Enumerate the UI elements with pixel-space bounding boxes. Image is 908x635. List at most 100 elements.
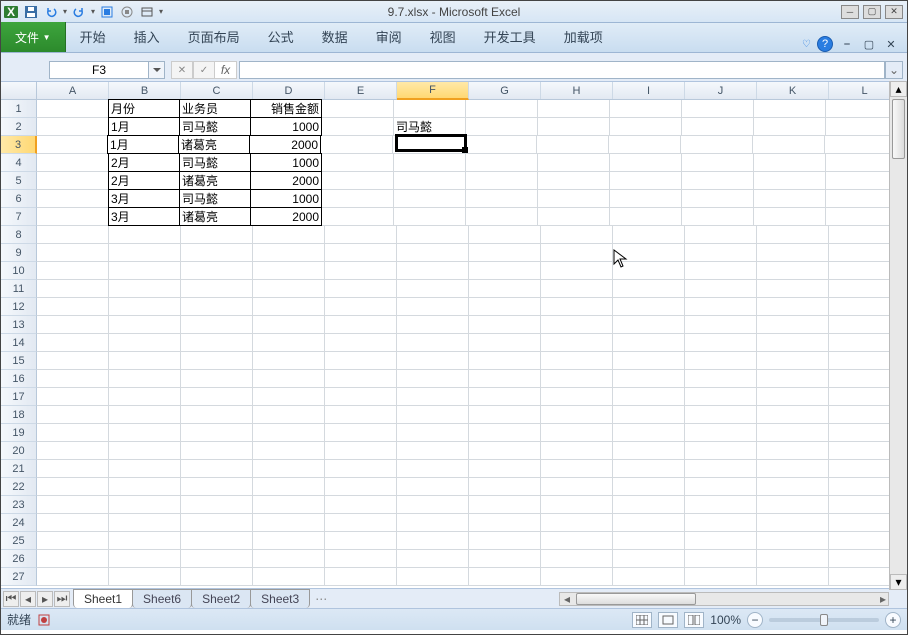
cell[interactable] bbox=[109, 478, 181, 496]
ribbon-tab[interactable]: 数据 bbox=[308, 21, 362, 52]
cell[interactable] bbox=[397, 442, 469, 460]
file-tab[interactable]: 文件 ▼ bbox=[1, 22, 66, 52]
cell[interactable] bbox=[109, 280, 181, 298]
cell[interactable] bbox=[754, 100, 826, 118]
sheet-tab[interactable]: Sheet6 bbox=[132, 589, 192, 608]
sheet-tab[interactable]: Sheet1 bbox=[73, 589, 133, 608]
cell[interactable] bbox=[613, 460, 685, 478]
cell[interactable]: 2000 bbox=[250, 171, 322, 190]
zoom-out-button[interactable]: − bbox=[747, 612, 763, 628]
fx-icon[interactable]: fx bbox=[215, 61, 237, 79]
row-header[interactable]: 1 bbox=[1, 100, 37, 118]
cell[interactable] bbox=[325, 550, 397, 568]
cell[interactable] bbox=[469, 478, 541, 496]
cell[interactable] bbox=[109, 316, 181, 334]
record-macro-icon[interactable] bbox=[37, 613, 51, 627]
name-box-dropdown[interactable] bbox=[149, 61, 165, 79]
cell[interactable] bbox=[538, 190, 610, 208]
cell[interactable] bbox=[37, 388, 109, 406]
ribbon-tab[interactable]: 审阅 bbox=[362, 21, 416, 52]
cell[interactable] bbox=[757, 352, 829, 370]
row-header[interactable]: 26 bbox=[1, 550, 37, 568]
cell[interactable] bbox=[253, 316, 325, 334]
cell[interactable] bbox=[37, 532, 109, 550]
cell[interactable] bbox=[613, 334, 685, 352]
column-header[interactable]: G bbox=[469, 82, 541, 99]
cell[interactable] bbox=[109, 568, 181, 586]
cell[interactable] bbox=[181, 370, 253, 388]
cell[interactable] bbox=[757, 316, 829, 334]
cell[interactable] bbox=[541, 478, 613, 496]
cell[interactable] bbox=[322, 154, 394, 172]
cell[interactable] bbox=[757, 442, 829, 460]
cell[interactable] bbox=[469, 460, 541, 478]
cell[interactable]: 1000 bbox=[250, 189, 322, 208]
cell[interactable] bbox=[469, 244, 541, 262]
cell[interactable] bbox=[253, 352, 325, 370]
enter-formula-icon[interactable]: ✓ bbox=[193, 61, 215, 79]
cell[interactable] bbox=[757, 496, 829, 514]
zoom-in-button[interactable]: + bbox=[885, 612, 901, 628]
cell[interactable] bbox=[757, 424, 829, 442]
cell[interactable] bbox=[397, 460, 469, 478]
ribbon-close-button[interactable]: ✕ bbox=[883, 36, 899, 52]
cell[interactable] bbox=[397, 316, 469, 334]
cell[interactable] bbox=[466, 118, 538, 136]
ribbon-tab[interactable]: 视图 bbox=[416, 21, 470, 52]
cell[interactable] bbox=[397, 352, 469, 370]
cell[interactable] bbox=[826, 190, 898, 208]
sheet-nav-next-icon[interactable]: ▸ bbox=[37, 591, 53, 607]
cell[interactable] bbox=[181, 568, 253, 586]
cell[interactable] bbox=[325, 406, 397, 424]
cell[interactable] bbox=[397, 262, 469, 280]
cell[interactable] bbox=[754, 154, 826, 172]
formula-bar-expand-icon[interactable]: ⌄ bbox=[885, 61, 903, 79]
cell[interactable] bbox=[181, 262, 253, 280]
cell[interactable] bbox=[253, 226, 325, 244]
row-header[interactable]: 13 bbox=[1, 316, 37, 334]
sheet-nav-prev-icon[interactable]: ◂ bbox=[20, 591, 36, 607]
cell[interactable] bbox=[685, 424, 757, 442]
cell[interactable] bbox=[613, 406, 685, 424]
cell[interactable] bbox=[757, 226, 829, 244]
row-header[interactable]: 3 bbox=[1, 136, 37, 154]
select-all-corner[interactable] bbox=[1, 82, 37, 99]
cell[interactable]: 3月 bbox=[108, 207, 180, 226]
cell[interactable] bbox=[541, 388, 613, 406]
cell[interactable] bbox=[181, 496, 253, 514]
cell[interactable] bbox=[397, 478, 469, 496]
cell[interactable] bbox=[253, 334, 325, 352]
cell[interactable] bbox=[325, 334, 397, 352]
cell[interactable]: 诸葛亮 bbox=[178, 135, 250, 154]
cell[interactable] bbox=[397, 406, 469, 424]
cell[interactable] bbox=[613, 298, 685, 316]
cell[interactable] bbox=[109, 352, 181, 370]
cell[interactable] bbox=[397, 370, 469, 388]
cell[interactable] bbox=[826, 154, 898, 172]
cell[interactable] bbox=[109, 298, 181, 316]
cell[interactable] bbox=[469, 568, 541, 586]
cell[interactable] bbox=[685, 334, 757, 352]
cell[interactable] bbox=[322, 118, 394, 136]
cell[interactable] bbox=[538, 100, 610, 118]
cell[interactable] bbox=[610, 190, 682, 208]
cell[interactable] bbox=[397, 244, 469, 262]
cell[interactable] bbox=[37, 262, 109, 280]
cell[interactable] bbox=[610, 172, 682, 190]
formula-input[interactable] bbox=[239, 61, 885, 79]
cell[interactable] bbox=[37, 442, 109, 460]
cell[interactable] bbox=[757, 262, 829, 280]
cell[interactable] bbox=[325, 226, 397, 244]
cell[interactable]: 1000 bbox=[250, 153, 322, 172]
cell[interactable] bbox=[757, 334, 829, 352]
sheet-nav-last-icon[interactable]: ⏭ bbox=[54, 591, 70, 607]
cell[interactable] bbox=[397, 568, 469, 586]
close-button[interactable]: ✕ bbox=[885, 5, 903, 19]
cell[interactable] bbox=[613, 226, 685, 244]
cell[interactable] bbox=[541, 262, 613, 280]
cell[interactable] bbox=[613, 280, 685, 298]
cell[interactable] bbox=[682, 118, 754, 136]
save-icon[interactable] bbox=[23, 4, 39, 20]
cell[interactable] bbox=[541, 352, 613, 370]
cell[interactable] bbox=[541, 316, 613, 334]
